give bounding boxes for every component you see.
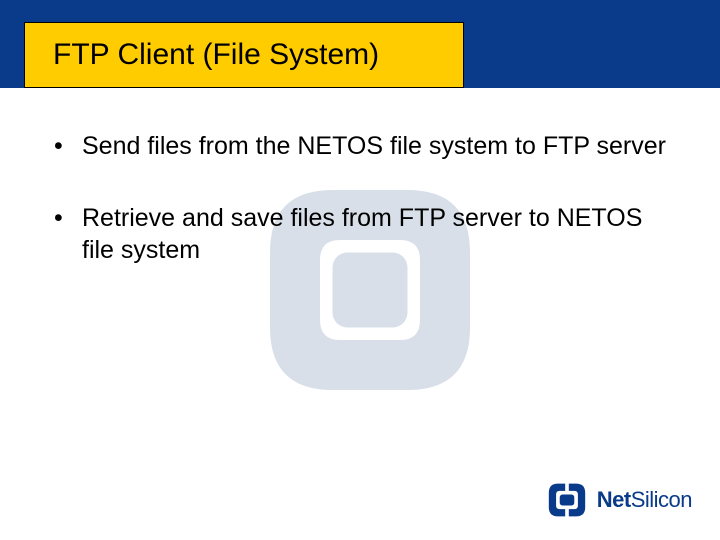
brand-bold: Net (597, 487, 631, 512)
list-item: • Send files from the NETOS file system … (54, 130, 666, 162)
bullet-icon: • (54, 202, 82, 266)
bullet-text: Retrieve and save files from FTP server … (82, 202, 666, 266)
brand-name: NetSilicon (597, 487, 692, 513)
logo-icon (545, 480, 589, 520)
footer-logo: NetSilicon (545, 480, 692, 520)
title-box: FTP Client (File System) (24, 22, 464, 88)
bullet-text: Send files from the NETOS file system to… (82, 130, 666, 162)
brand-rest: Silicon (631, 487, 692, 512)
bullet-icon: • (54, 130, 82, 162)
slide-title: FTP Client (File System) (53, 38, 379, 72)
bullet-list: • Send files from the NETOS file system … (54, 130, 666, 306)
list-item: • Retrieve and save files from FTP serve… (54, 202, 666, 266)
